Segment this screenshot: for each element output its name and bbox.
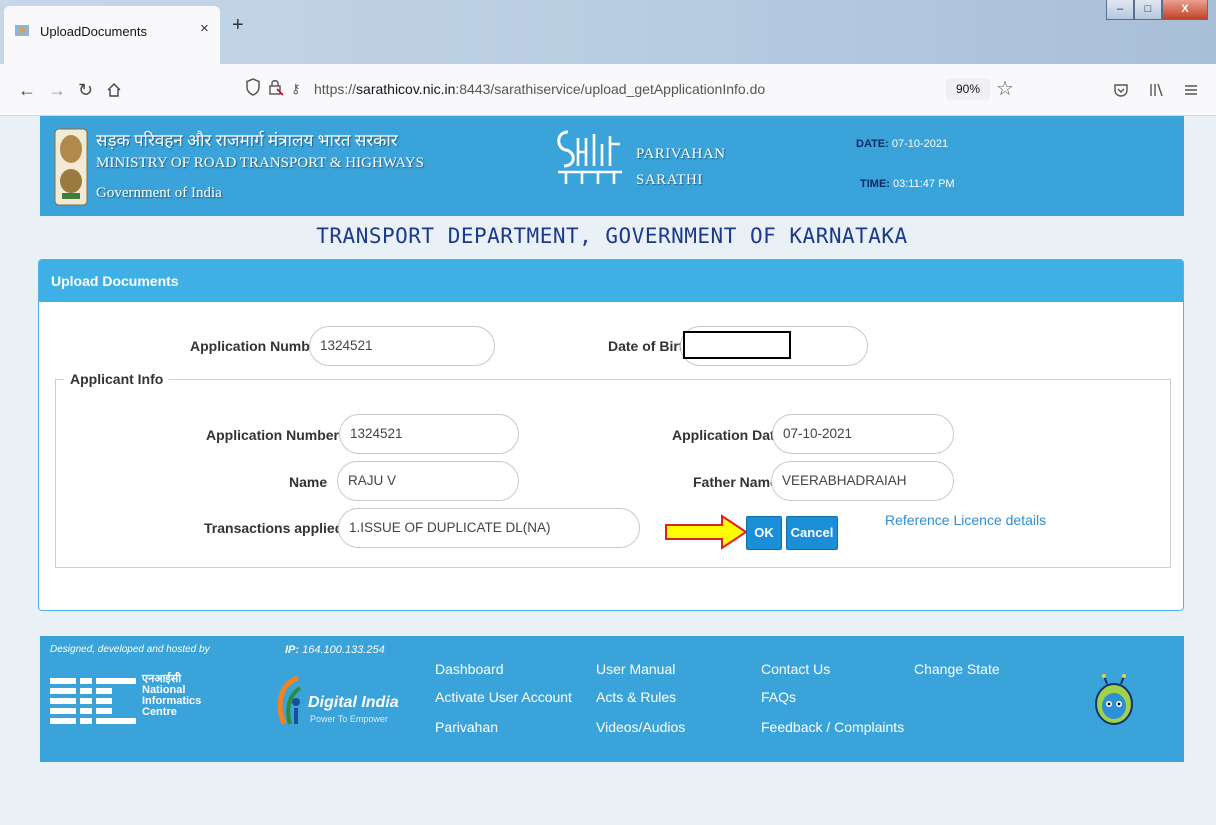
- home-icon[interactable]: [106, 82, 122, 98]
- browser-toolbar: ← → ↻ ⚷ https://sarathicov.nic.in:8443/s…: [0, 64, 1216, 116]
- ip-address: IP: 164.100.133.254: [285, 644, 385, 656]
- ip-label: IP:: [285, 644, 300, 656]
- digital-india-text: Digital India: [308, 694, 399, 711]
- footer-link-activate-user-account[interactable]: Activate User Account: [435, 689, 572, 705]
- info-application-number-label: Application Number: [206, 427, 340, 443]
- maximize-button[interactable]: □: [1134, 0, 1162, 20]
- application-number-input[interactable]: 1324521: [309, 326, 495, 366]
- application-date-field[interactable]: 07-10-2021: [772, 414, 954, 454]
- reload-icon[interactable]: ↻: [78, 80, 93, 101]
- transactions-applied-field[interactable]: 1.ISSUE OF DUPLICATE DL(NA): [338, 508, 640, 548]
- date-value: 07-10-2021: [891, 138, 949, 150]
- bookmark-star-icon[interactable]: ☆: [996, 76, 1014, 101]
- reference-licence-details-link[interactable]: Reference Licence details: [885, 512, 1046, 528]
- site-favicon-icon: [15, 25, 29, 36]
- current-date: DATE: 07-10-2021: [856, 138, 948, 150]
- library-icon[interactable]: [1148, 82, 1164, 98]
- sarathi-logo-icon: [557, 130, 622, 184]
- time-value: 03:11:47 PM: [893, 178, 955, 190]
- site-header: सड़क परिवहन और राजमार्ग मंत्रालय भारत सर…: [40, 116, 1184, 216]
- nic-mark-icon: [50, 678, 136, 724]
- footer-link-videos-audios[interactable]: Videos/Audios: [596, 719, 685, 735]
- mascot-icon: [1095, 674, 1133, 725]
- ministry-name-english: MINISTRY OF ROAD TRANSPORT & HIGHWAYS: [96, 155, 424, 171]
- footer-link-change-state[interactable]: Change State: [914, 661, 1000, 677]
- current-time: TIME: 03:11:47 PM: [860, 178, 955, 190]
- info-application-number-field[interactable]: 1324521: [339, 414, 519, 454]
- application-number-label: Application Number: [190, 338, 324, 354]
- browser-tab[interactable]: UploadDocuments ×: [4, 6, 220, 64]
- applicant-info-legend: Applicant Info: [64, 371, 170, 387]
- cancel-button[interactable]: Cancel: [786, 516, 838, 550]
- panel-title: Upload Documents: [39, 260, 1183, 302]
- menu-icon[interactable]: [1184, 83, 1198, 97]
- footer-link-acts-rules[interactable]: Acts & Rules: [596, 689, 676, 705]
- footer-link-feedback-complaints[interactable]: Feedback / Complaints: [761, 719, 904, 735]
- zoom-level[interactable]: 90%: [946, 78, 990, 100]
- new-tab-icon[interactable]: +: [232, 14, 244, 37]
- designed-by-text: Designed, developed and hosted by: [50, 644, 210, 655]
- tab-title: UploadDocuments: [40, 24, 147, 39]
- sarathi-label: SARATHI: [636, 172, 703, 188]
- window-controls: – □ X: [1106, 0, 1208, 20]
- back-arrow-icon[interactable]: ←: [18, 80, 36, 101]
- browser-titlebar: UploadDocuments × + – □ X: [0, 0, 1216, 64]
- name-label: Name: [289, 474, 328, 490]
- footer-link-dashboard[interactable]: Dashboard: [435, 661, 504, 677]
- pocket-icon[interactable]: [1113, 82, 1129, 98]
- lock-icon[interactable]: [268, 78, 284, 96]
- ok-button[interactable]: OK: [746, 516, 782, 550]
- digital-india-tagline: Power To Empower: [310, 714, 388, 724]
- application-date-label: Application Date: [672, 427, 783, 443]
- permissions-icon[interactable]: ⚷: [291, 81, 301, 97]
- digital-india-logo: Digital India Power To Empower: [274, 670, 404, 734]
- shield-icon[interactable]: [246, 78, 260, 96]
- site-footer: Designed, developed and hosted by IP: 16…: [40, 636, 1184, 762]
- digital-india-mark-icon: [277, 675, 302, 725]
- close-window-button[interactable]: X: [1162, 0, 1208, 20]
- time-label: TIME:: [860, 178, 890, 190]
- transactions-applied-label: Transactions applied: [204, 520, 344, 536]
- url-domain: sarathicov.nic.in: [356, 81, 456, 97]
- url-path: :8443/sarathiservice/upload_getApplicati…: [455, 81, 766, 97]
- nic-text: एनआईसी National Informatics Centre: [142, 674, 201, 718]
- father-name-field[interactable]: VEERABHADRAIAH: [771, 461, 954, 501]
- nic-logo: एनआईसी National Informatics Centre: [50, 672, 220, 732]
- footer-link-parivahan[interactable]: Parivahan: [435, 719, 498, 735]
- parivahan-label: PARIVAHAN: [636, 146, 726, 162]
- address-bar[interactable]: https://sarathicov.nic.in:8443/sarathise…: [314, 81, 765, 97]
- government-of-india: Government of India: [96, 185, 222, 201]
- pointer-arrow-icon: [665, 514, 748, 550]
- forward-arrow-icon[interactable]: →: [48, 80, 66, 101]
- nic-line-3: Centre: [142, 706, 177, 718]
- name-field[interactable]: RAJU V: [337, 461, 519, 501]
- national-emblem-icon: [54, 128, 88, 206]
- footer-link-faqs[interactable]: FAQs: [761, 689, 796, 705]
- ip-value: 164.100.133.254: [302, 644, 385, 656]
- tab-close-icon[interactable]: ×: [200, 20, 209, 37]
- footer-link-contact-us[interactable]: Contact Us: [761, 661, 830, 677]
- department-title: TRANSPORT DEPARTMENT, GOVERNMENT OF KARN…: [316, 224, 908, 248]
- father-name-label: Father Name: [693, 474, 778, 490]
- minimize-button[interactable]: –: [1106, 0, 1134, 20]
- footer-link-user-manual[interactable]: User Manual: [596, 661, 675, 677]
- redaction-box: [683, 331, 791, 359]
- date-label: DATE:: [856, 138, 889, 150]
- ministry-name-hindi: सड़क परिवहन और राजमार्ग मंत्रालय भारत सर…: [96, 131, 398, 150]
- url-prefix: https://: [314, 81, 357, 97]
